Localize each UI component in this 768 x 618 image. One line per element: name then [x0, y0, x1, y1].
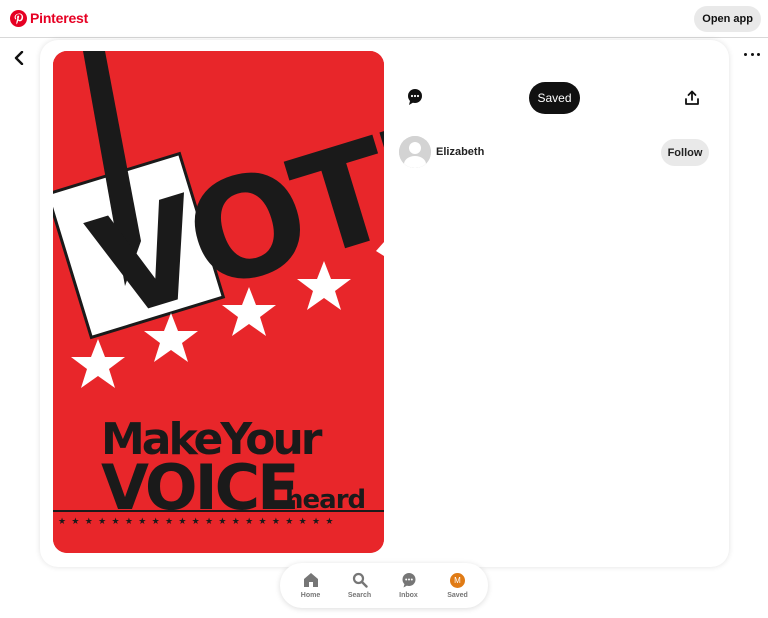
nav-label-inbox: Inbox [399, 592, 418, 599]
svg-text:★★★★★★★★★★★★★★★★★★★★★: ★★★★★★★★★★★★★★★★★★★★★ [58, 517, 339, 527]
brand-name: Pinterest [30, 10, 89, 26]
top-bar: Pinterest Open app [0, 0, 768, 38]
ellipsis-icon-dot [750, 52, 754, 56]
poster-voice-text: VOICE [101, 451, 297, 524]
ellipsis-icon-dot [757, 52, 760, 56]
nav-item-home[interactable]: Home [287, 572, 335, 599]
pin-author[interactable]: Elizabeth [399, 136, 484, 168]
home-icon [303, 573, 318, 587]
chevron-left-icon [14, 51, 24, 65]
nav-item-inbox[interactable]: Inbox [385, 572, 433, 599]
saved-button[interactable]: Saved [529, 82, 580, 114]
nav-item-saved[interactable]: M Saved [434, 572, 482, 599]
ellipsis-icon [744, 52, 747, 56]
more-options-button[interactable] [744, 50, 760, 58]
comment-bubble-icon [408, 89, 422, 105]
brand[interactable]: Pinterest [10, 10, 88, 27]
pin-card: VOTE MakeYour VOICE heard ★★★★★★★★★★★★★★… [40, 40, 729, 567]
share-upload-icon [685, 90, 699, 105]
share-button[interactable] [684, 90, 700, 106]
vote-poster-artwork: VOTE MakeYour VOICE heard ★★★★★★★★★★★★★★… [53, 51, 384, 553]
author-name[interactable]: Elizabeth [436, 146, 484, 158]
nav-label-search: Search [347, 592, 372, 599]
comment-button[interactable] [405, 87, 425, 107]
search-icon [352, 572, 368, 588]
pinterest-logo-icon [10, 10, 27, 27]
open-app-button[interactable]: Open app [694, 6, 761, 32]
poster-small-stars: ★★★★★★★★★★★★★★★★★★★★★ [58, 517, 339, 527]
avatar-icon: M [450, 572, 465, 588]
back-button[interactable] [10, 49, 28, 67]
avatar[interactable] [399, 136, 431, 168]
chat-bubble-icon [402, 573, 415, 588]
nav-label-home: Home [300, 592, 321, 599]
default-avatar-icon [399, 136, 431, 168]
nav-item-search[interactable]: Search [336, 572, 384, 599]
bottom-nav: Home Search Inbox M Saved [280, 563, 488, 608]
follow-button[interactable]: Follow [661, 139, 709, 166]
pin-image[interactable]: VOTE MakeYour VOICE heard ★★★★★★★★★★★★★★… [53, 51, 384, 553]
nav-label-saved: Saved [447, 592, 468, 599]
